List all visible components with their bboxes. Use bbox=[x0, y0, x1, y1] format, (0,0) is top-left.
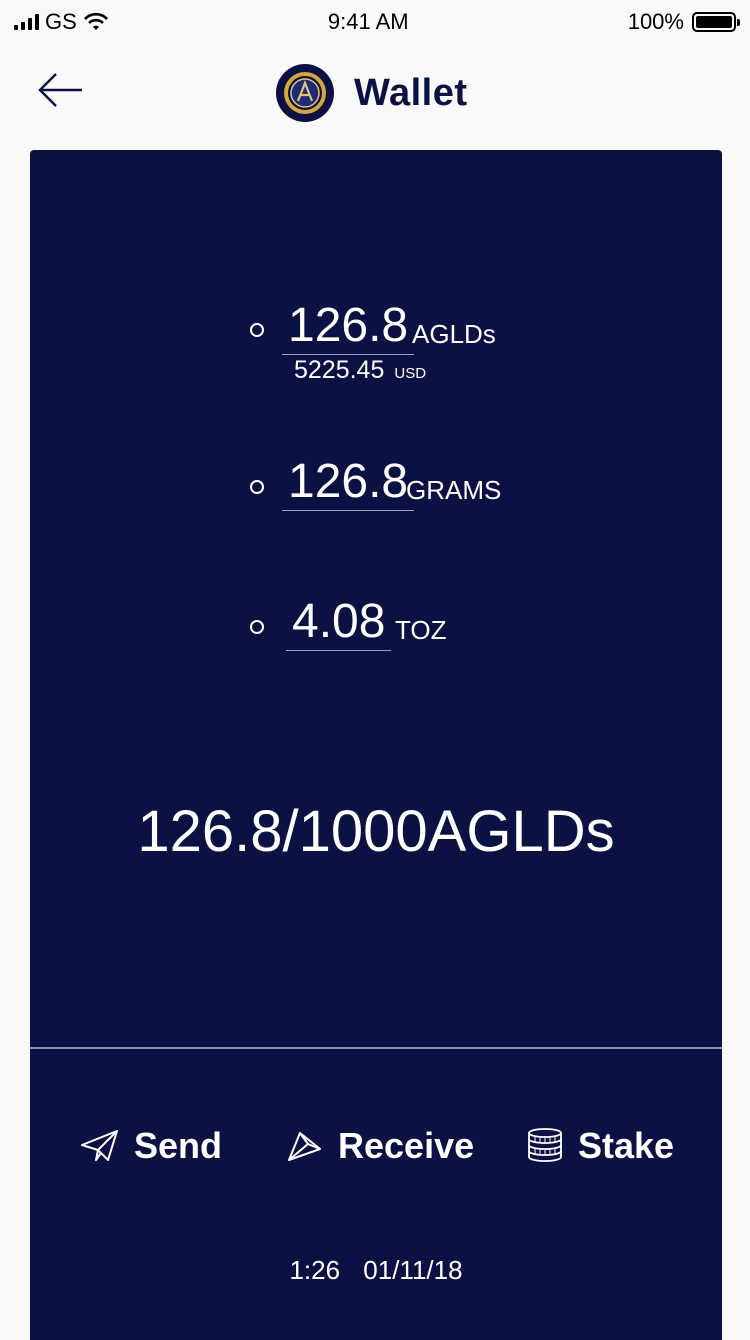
stake-button[interactable]: Stake bbox=[526, 1125, 674, 1167]
aglds-amount: 126.8 bbox=[282, 300, 415, 355]
toz-amount-block: 4.08 bbox=[286, 596, 392, 651]
toz-unit: TOZ bbox=[395, 615, 447, 645]
usd-row: 5225.45 USD bbox=[294, 356, 426, 385]
toz-radio[interactable] bbox=[250, 620, 264, 634]
grams-amount-block: 126.8 bbox=[282, 456, 415, 511]
status-left: GS bbox=[14, 9, 109, 35]
send-label: Send bbox=[134, 1125, 223, 1166]
grams-unit: GRAMS bbox=[406, 475, 502, 505]
nav-title-wrap: Wallet bbox=[276, 64, 468, 122]
grams-radio[interactable] bbox=[250, 480, 264, 494]
usd-unit: USD bbox=[394, 365, 427, 382]
last-updated-timestamp: 1:26 01/11/18 bbox=[30, 1255, 722, 1286]
battery-percent: 100% bbox=[627, 9, 684, 34]
aglds-unit: AGLDs bbox=[412, 319, 496, 349]
page-title: Wallet bbox=[354, 71, 468, 114]
status-bar: GS 9:41 AM 100% bbox=[0, 0, 750, 44]
stake-progress-text: 126.8/1000AGLDs bbox=[137, 799, 615, 864]
timestamp-time: 1:26 bbox=[289, 1255, 341, 1285]
aurum-coin-logo bbox=[276, 64, 334, 122]
stake-label: Stake bbox=[578, 1125, 675, 1166]
toz-amount: 4.08 bbox=[286, 596, 392, 651]
wallet-card: 126.8 AGLDs 5225.45 USD 126.8 GRAMS 4.08… bbox=[30, 150, 722, 1340]
back-button[interactable] bbox=[36, 70, 88, 114]
status-time: 9:41 AM bbox=[327, 9, 409, 34]
timestamp-date: 01/11/18 bbox=[363, 1255, 463, 1285]
nav-bar: Wallet bbox=[0, 56, 750, 132]
receive-button[interactable]: Receive bbox=[286, 1125, 474, 1167]
grams-amount: 126.8 bbox=[282, 456, 415, 511]
aglds-radio[interactable] bbox=[250, 323, 264, 337]
arrow-left-icon bbox=[38, 73, 82, 107]
divider bbox=[30, 1047, 722, 1049]
wifi-icon bbox=[83, 12, 108, 30]
send-button[interactable]: Send bbox=[80, 1125, 222, 1167]
receive-label: Receive bbox=[338, 1125, 475, 1166]
usd-value: 5225.45 bbox=[294, 356, 385, 384]
paper-plane-icon bbox=[81, 1130, 118, 1161]
coin-stack-icon bbox=[528, 1128, 562, 1162]
aglds-amount-block: 126.8 bbox=[282, 300, 415, 355]
carrier-label: GS bbox=[45, 9, 77, 34]
paper-plane-outline-icon bbox=[288, 1132, 321, 1161]
status-right: 100% bbox=[627, 9, 740, 35]
signal-icon bbox=[14, 14, 39, 30]
battery-icon bbox=[691, 12, 740, 32]
